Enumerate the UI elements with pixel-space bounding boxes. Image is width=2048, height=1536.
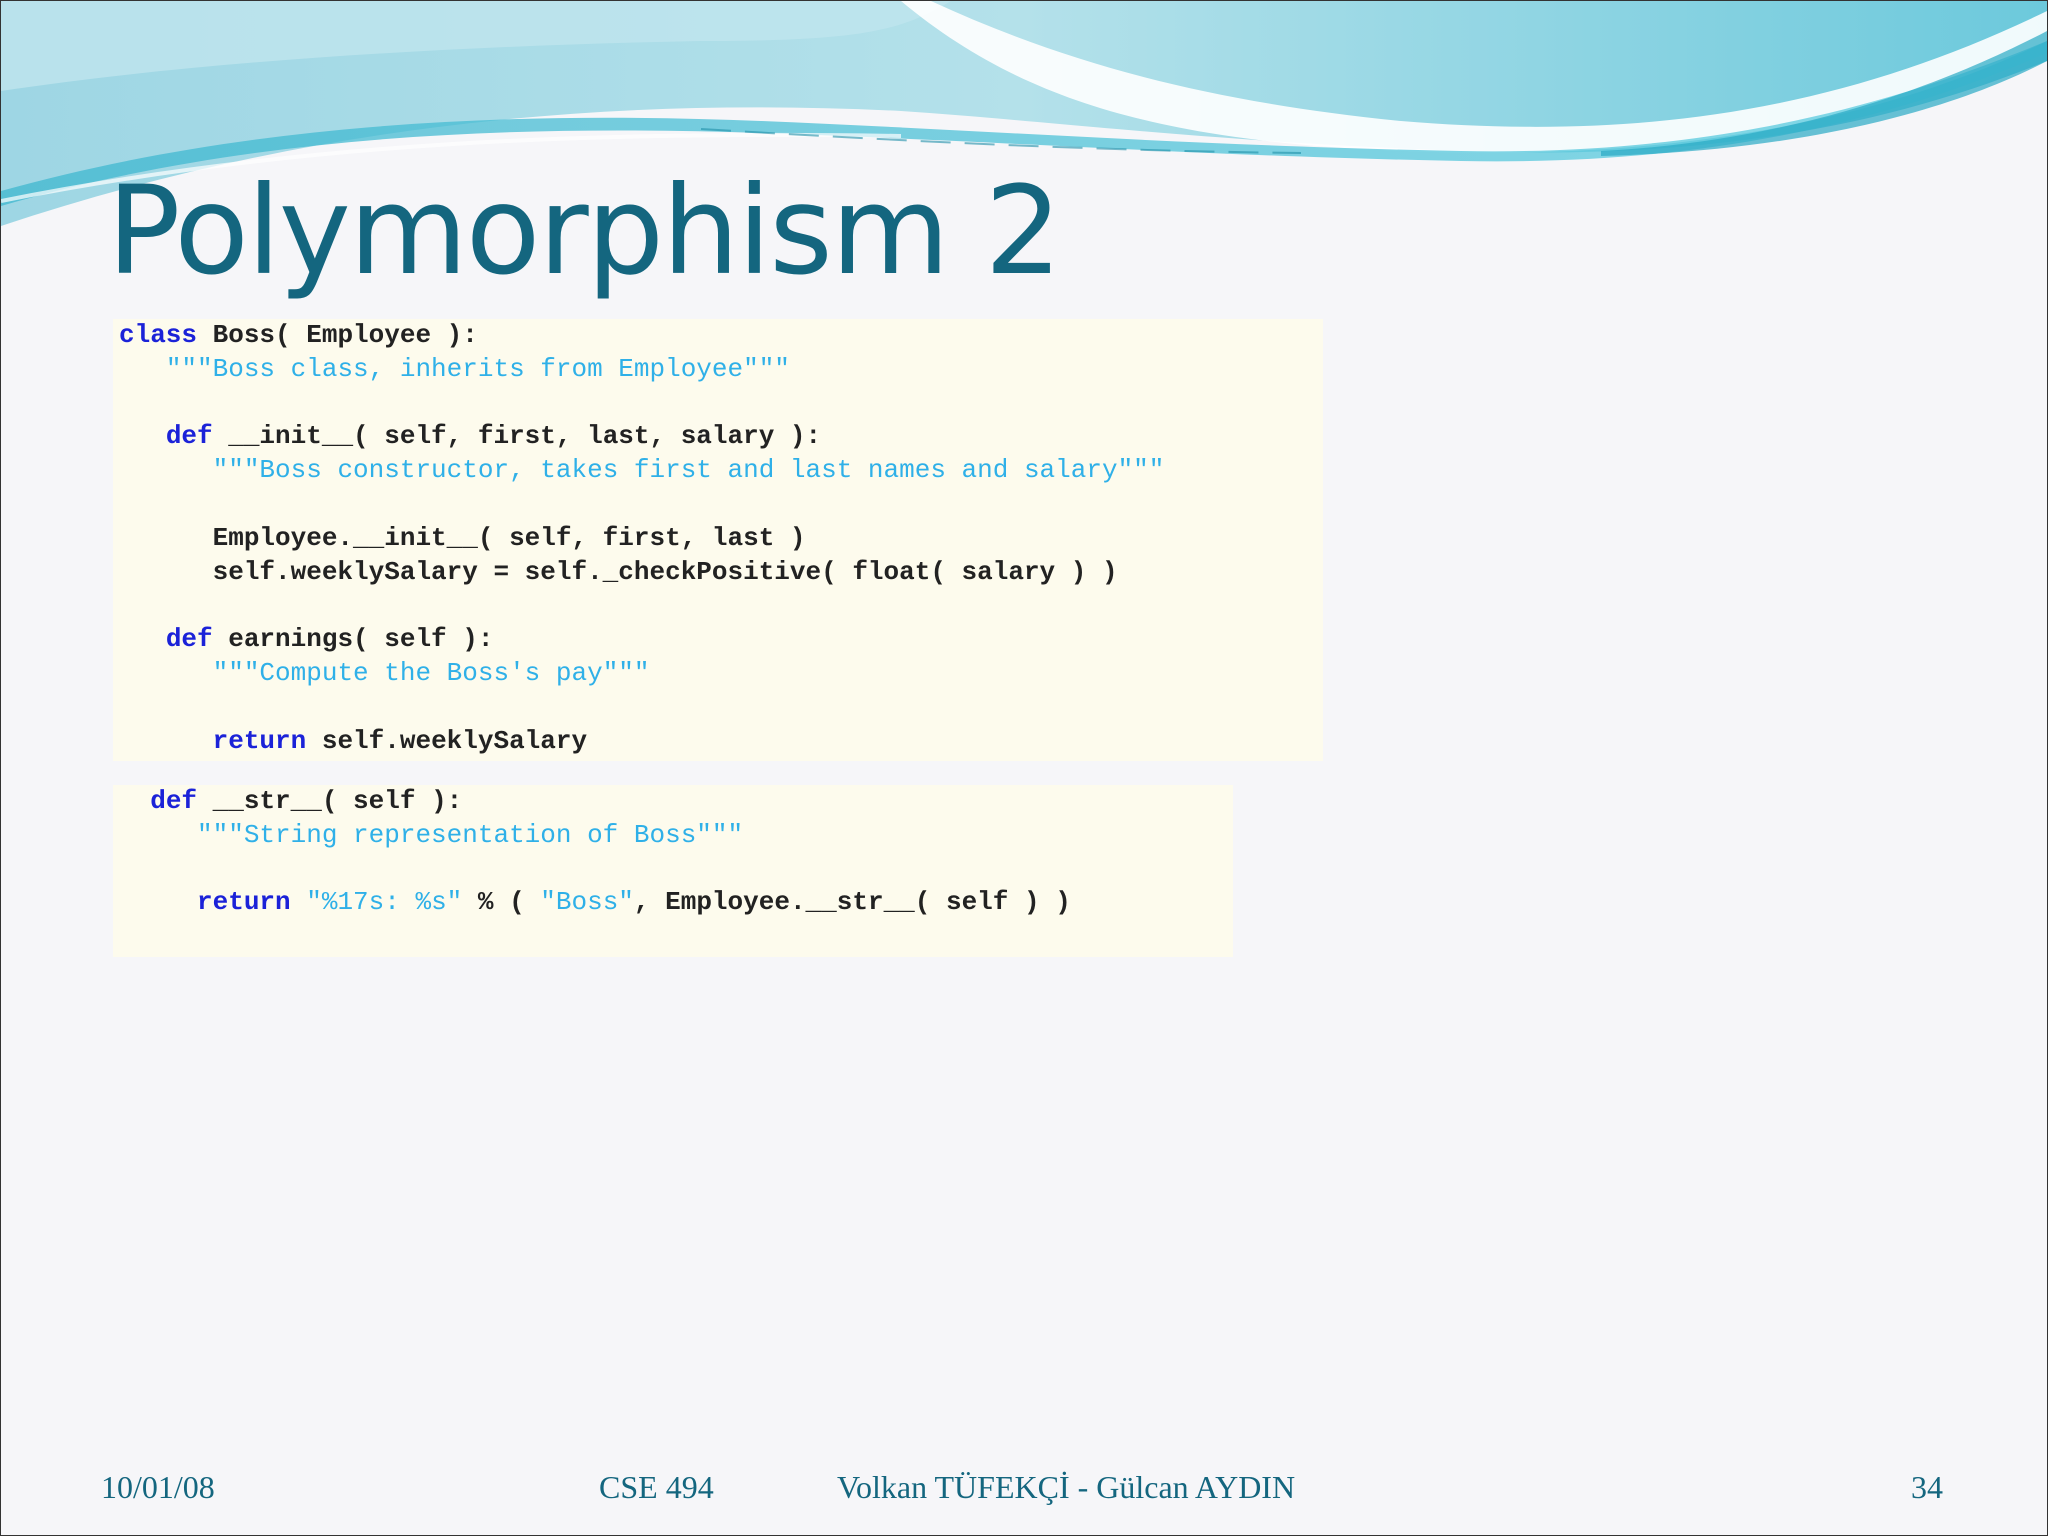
- code-keyword: return: [197, 887, 291, 918]
- code-text: earnings( self ):: [212, 624, 494, 655]
- code-string: "%17s: %s": [306, 887, 463, 918]
- slide: Polymorphism 2 class Boss( Employee ): "…: [0, 0, 2048, 1536]
- code-line: return self.weeklySalary: [119, 725, 1164, 759]
- code-block-str-method: def __str__( self ): """String represent…: [113, 785, 1233, 957]
- code-text: __str__( self ):: [197, 786, 463, 816]
- code-text: self.weeklySalary: [306, 725, 588, 756]
- code-line: Employee.__init__( self, first, last ): [119, 522, 1164, 556]
- code-keyword: def: [165, 421, 213, 452]
- code-line: """Boss constructor, takes first and las…: [119, 454, 1165, 488]
- code-line: class Boss( Employee ):: [119, 319, 1164, 353]
- footer-course: CSE 494: [599, 1469, 714, 1505]
- code-line: self.weeklySalary = self._checkPositive(…: [119, 556, 1164, 590]
- code-string: """Compute the Boss's pay""": [212, 657, 650, 688]
- code-line: """String representation of Boss""": [119, 819, 1071, 853]
- code-line: def __init__( self, first, last, salary …: [119, 420, 1164, 454]
- code-listing: def __str__( self ): """String represent…: [119, 785, 1071, 920]
- code-line: def __str__( self ):: [119, 785, 1071, 819]
- code-string: """Boss class, inherits from Employee""": [165, 353, 790, 384]
- code-string: """String representation of Boss""": [197, 819, 744, 850]
- code-string: """Boss constructor, takes first and las…: [212, 455, 1165, 486]
- slide-page-number: 34: [1911, 1469, 1943, 1505]
- code-text: self.weeklySalary = self._checkPositive(…: [119, 556, 1118, 587]
- code-block-boss-class: class Boss( Employee ): """Boss class, i…: [113, 319, 1323, 761]
- footer-date: 10/01/08: [101, 1469, 215, 1505]
- code-line: def earnings( self ):: [119, 623, 1164, 657]
- code-line: """Compute the Boss's pay""": [119, 657, 1164, 691]
- footer-authors: Volkan TÜFEKÇİ - Gülcan AYDIN: [837, 1469, 1296, 1505]
- code-listing: class Boss( Employee ): """Boss class, i…: [119, 319, 1164, 758]
- slide-title: Polymorphism 2: [107, 160, 1062, 302]
- code-keyword: def: [165, 624, 213, 655]
- code-text: __init__( self, first, last, salary ):: [212, 421, 822, 452]
- code-keyword: class: [119, 320, 198, 350]
- code-line: return "%17s: %s" % ( "Boss", Employee._…: [119, 886, 1071, 920]
- code-text: , Employee.__str__( self ) ): [633, 887, 1071, 918]
- code-text: Boss( Employee ):: [197, 320, 478, 350]
- code-keyword: def: [150, 786, 198, 816]
- code-string: "Boss": [540, 887, 634, 918]
- code-text: % (: [462, 887, 541, 918]
- code-keyword: return: [212, 725, 307, 756]
- code-text: Employee.__init__( self, first, last ): [119, 522, 806, 553]
- code-line: """Boss class, inherits from Employee""": [119, 353, 1164, 387]
